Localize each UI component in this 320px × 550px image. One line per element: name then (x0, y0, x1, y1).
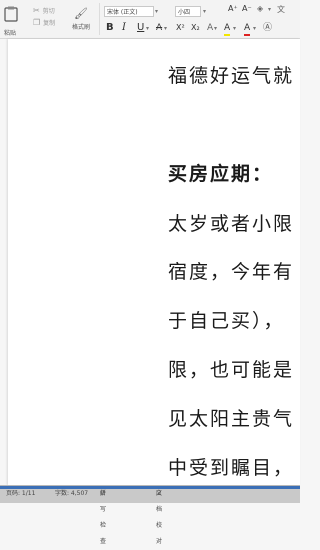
document-page[interactable]: 福德好运气就 买房应期： 太岁或者小限 宿度，今年有 于自己买）， 限，也可能是… (8, 39, 300, 485)
paragraph-line: 宿度，今年有 (168, 261, 295, 283)
char-border-icon[interactable]: Ⓐ (263, 22, 272, 34)
spell-check-label: 拼写检查 (100, 490, 107, 545)
section-heading: 买房应期： (168, 163, 274, 185)
subscript-button[interactable]: X₂ (191, 22, 200, 34)
strike-dropdown-icon[interactable]: ▾ (164, 25, 167, 32)
underline-dropdown-icon[interactable]: ▾ (146, 25, 149, 32)
copy-label: 复制 (43, 19, 56, 27)
font-size-select[interactable]: 小四 (175, 6, 201, 17)
highlight-dropdown-icon[interactable]: ▾ (233, 25, 236, 32)
page-count[interactable]: 页码: 1/11 (6, 486, 35, 502)
cut-label: 剪切 (42, 7, 55, 15)
font-color-dropdown-icon[interactable]: ▾ (253, 25, 256, 32)
ribbon-toolbar: 粘贴 ✂ 剪切 ❐ 复制 🖌 格式刷 宋体 (正文) ▾ 小四 ▾ A⁺ A⁻ … (0, 0, 300, 39)
bold-button[interactable]: B (106, 22, 114, 34)
format-painter-button[interactable]: 🖌 格式刷 (66, 4, 96, 34)
clear-format-icon[interactable]: ◈ (257, 4, 263, 13)
copy-icon: ❐ (33, 17, 41, 27)
word-count[interactable]: 字数: 4,507 (55, 486, 88, 502)
font-name-select[interactable]: 宋体 (正文) (104, 6, 154, 17)
paste-button[interactable] (3, 3, 19, 25)
paragraph-line: 见太阳主贵气 (168, 408, 295, 430)
cut-button[interactable]: ✂ 剪切 (33, 5, 67, 15)
font-grow-button[interactable]: A⁺ (228, 4, 238, 13)
copy-button[interactable]: ❐ 复制 (33, 17, 67, 27)
ribbon-divider (99, 3, 100, 35)
brush-icon: 🖌 (74, 7, 88, 20)
font-name-dropdown-icon[interactable]: ▾ (155, 8, 158, 15)
strikethrough-button[interactable]: A (156, 22, 162, 34)
phonetic-icon[interactable]: 文 (277, 4, 285, 15)
status-accent-bar (0, 486, 300, 489)
superscript-button[interactable]: X² (176, 22, 185, 34)
text-effect-dropdown-icon[interactable]: ▾ (214, 25, 217, 32)
scissors-icon: ✂ (33, 5, 40, 15)
paragraph-line: 太岁或者小限 (168, 213, 295, 235)
font-color-button[interactable]: A (244, 22, 251, 36)
paragraph-line: 限，也可能是 (168, 359, 295, 381)
font-shrink-button[interactable]: A⁻ (242, 4, 252, 13)
highlight-button[interactable]: A (224, 22, 231, 36)
underline-button[interactable]: U (137, 22, 144, 34)
doc-check-label: 文档校对 (156, 490, 163, 545)
clear-format-dropdown-icon[interactable]: ▾ (268, 6, 271, 13)
paste-label: 粘贴 (4, 30, 17, 37)
text-effect-button[interactable]: A (207, 22, 213, 34)
clipboard-icon (4, 6, 18, 22)
font-size-dropdown-icon[interactable]: ▾ (203, 8, 206, 15)
paragraph-line: 于自己买）， (168, 310, 285, 332)
format-painter-label: 格式刷 (71, 24, 90, 31)
italic-button[interactable]: I (122, 22, 126, 34)
status-bar: 页码: 1/11 字数: 4,507 ☑ 拼写检查 ☑ 文档校对 (0, 485, 300, 545)
paragraph-line: 福德好运气就 (168, 65, 295, 87)
paragraph-line: 中受到瞩目， (168, 457, 295, 479)
